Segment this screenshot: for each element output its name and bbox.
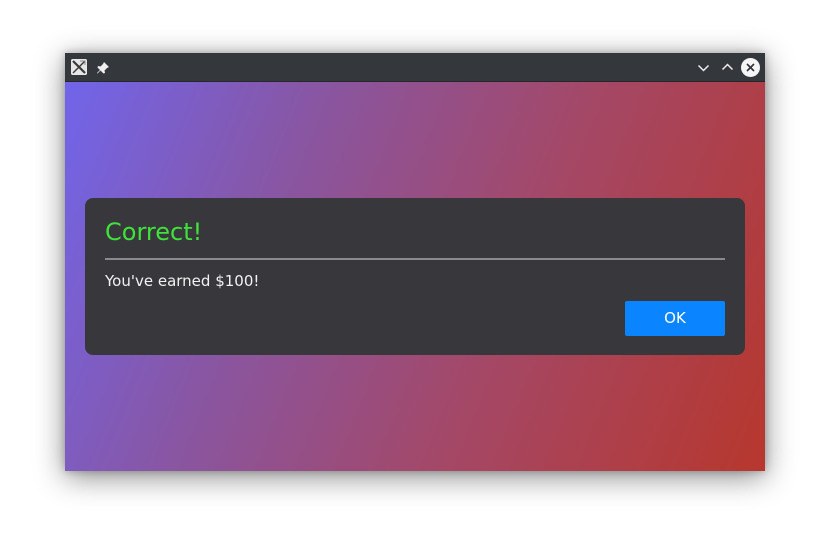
result-dialog: Correct! You've earned $100! OK xyxy=(85,198,745,355)
close-icon xyxy=(746,63,755,72)
app-icon[interactable] xyxy=(71,59,87,75)
chevron-down-icon xyxy=(697,64,710,72)
dialog-divider xyxy=(105,258,725,260)
maximize-button[interactable] xyxy=(718,58,737,77)
app-window: Correct! You've earned $100! OK xyxy=(65,53,765,471)
dialog-title: Correct! xyxy=(105,218,203,246)
gradient-background: Correct! You've earned $100! OK xyxy=(65,82,765,471)
chevron-up-icon xyxy=(721,63,734,71)
minimize-button[interactable] xyxy=(694,58,713,77)
dialog-message: You've earned $100! xyxy=(105,272,260,290)
title-bar[interactable] xyxy=(65,53,765,82)
close-button[interactable] xyxy=(741,58,760,77)
pin-icon[interactable] xyxy=(96,60,110,74)
ok-button[interactable]: OK xyxy=(625,301,725,336)
